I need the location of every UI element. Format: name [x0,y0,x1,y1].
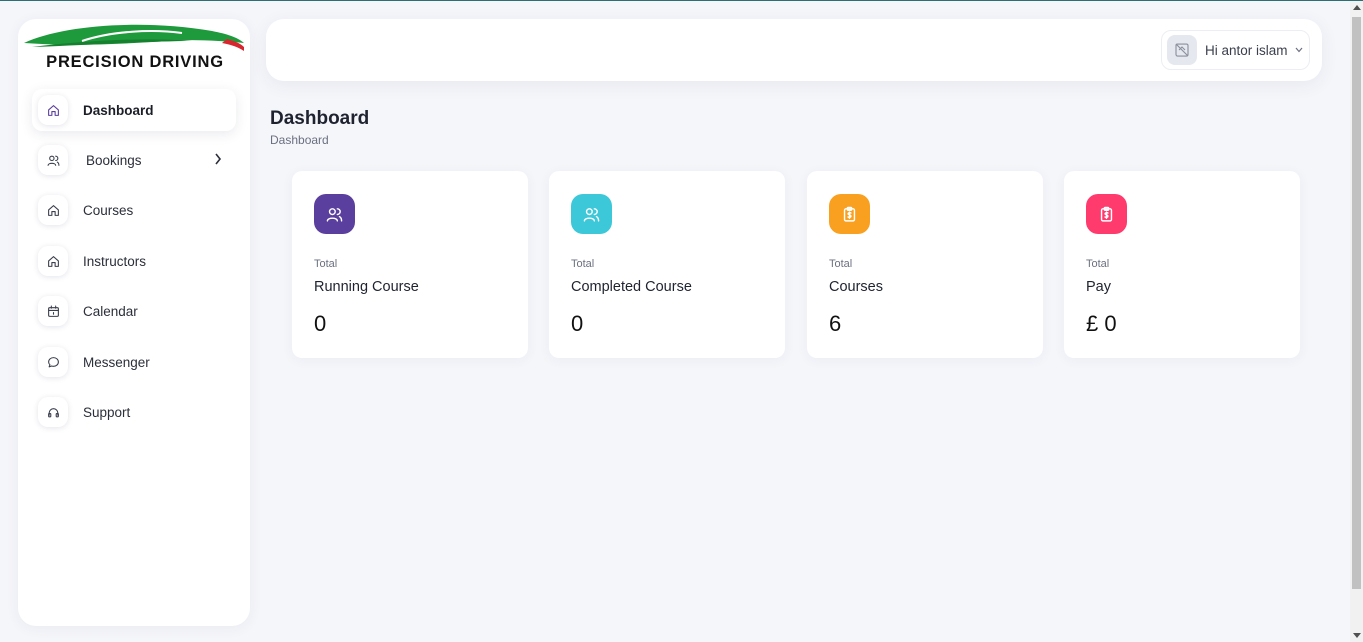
calendar-icon [38,296,68,326]
card-label: Courses [829,279,883,295]
stat-card-running-course: Total Running Course 0 [292,171,528,358]
sidebar-item-support[interactable]: Support [32,391,236,433]
stat-card-pay: Total Pay £ 0 [1064,171,1300,358]
sidebar-item-label: Instructors [83,253,147,269]
sidebar-item-label: Dashboard [83,102,154,118]
card-label: Completed Course [571,279,692,295]
stat-card-completed-course: Total Completed Course 0 [549,171,785,358]
card-label: Running Course [314,279,419,295]
vertical-scrollbar[interactable] [1350,1,1363,642]
card-caption: Total [1086,258,1110,270]
sidebar-item-label: Support [83,404,131,420]
brand-name: PRECISION DRIVING [46,53,224,71]
sidebar: PRECISION DRIVING Dashboard Bookings Cou… [18,19,250,626]
home-icon [38,95,68,125]
window-top-border [0,0,1363,1]
sidebar-item-label: Messenger [83,354,150,370]
message-icon [38,347,68,377]
brand-logo[interactable]: PRECISION DRIVING [22,21,248,91]
card-caption: Total [829,258,853,270]
sidebar-item-courses[interactable]: Courses [32,189,236,231]
card-value: 0 [571,311,584,336]
users-icon [38,145,68,175]
scrollbar-thumb[interactable] [1352,17,1361,589]
clipboard-dollar-icon [1086,194,1127,234]
card-caption: Total [571,258,595,270]
scroll-down-arrow-icon[interactable] [1353,633,1361,638]
car-swoosh-graphic [24,24,244,51]
card-caption: Total [314,258,338,270]
chevron-right-icon [215,153,222,165]
sidebar-item-calendar[interactable]: Calendar [32,290,236,332]
sidebar-item-label: Courses [83,202,134,218]
user-greeting: Hi antor islam [1205,42,1288,58]
users-icon [314,194,355,234]
card-value: 6 [829,311,842,336]
home-icon [38,195,68,225]
avatar-icon [1167,35,1197,65]
sidebar-item-label: Calendar [83,303,138,319]
card-value: £ 0 [1086,311,1117,336]
sidebar-item-bookings[interactable]: Bookings [32,139,236,181]
card-value: 0 [314,311,327,336]
user-menu-button[interactable]: Hi antor islam [1161,30,1310,70]
breadcrumb: Dashboard [270,133,329,147]
sidebar-item-dashboard[interactable]: Dashboard [32,89,236,131]
stat-card-courses: Total Courses 6 [807,171,1043,358]
headphones-icon [38,397,68,427]
chevron-down-icon [1295,47,1302,53]
clipboard-dollar-icon [829,194,870,234]
page-title: Dashboard [270,108,370,129]
sidebar-item-label: Bookings [86,152,142,168]
users-icon [571,194,612,234]
home-icon [38,246,68,276]
card-label: Pay [1086,279,1111,295]
sidebar-item-instructors[interactable]: Instructors [32,240,236,282]
sidebar-item-messenger[interactable]: Messenger [32,341,236,383]
top-header: Hi antor islam [266,19,1322,81]
scroll-up-arrow-icon[interactable] [1353,5,1361,10]
